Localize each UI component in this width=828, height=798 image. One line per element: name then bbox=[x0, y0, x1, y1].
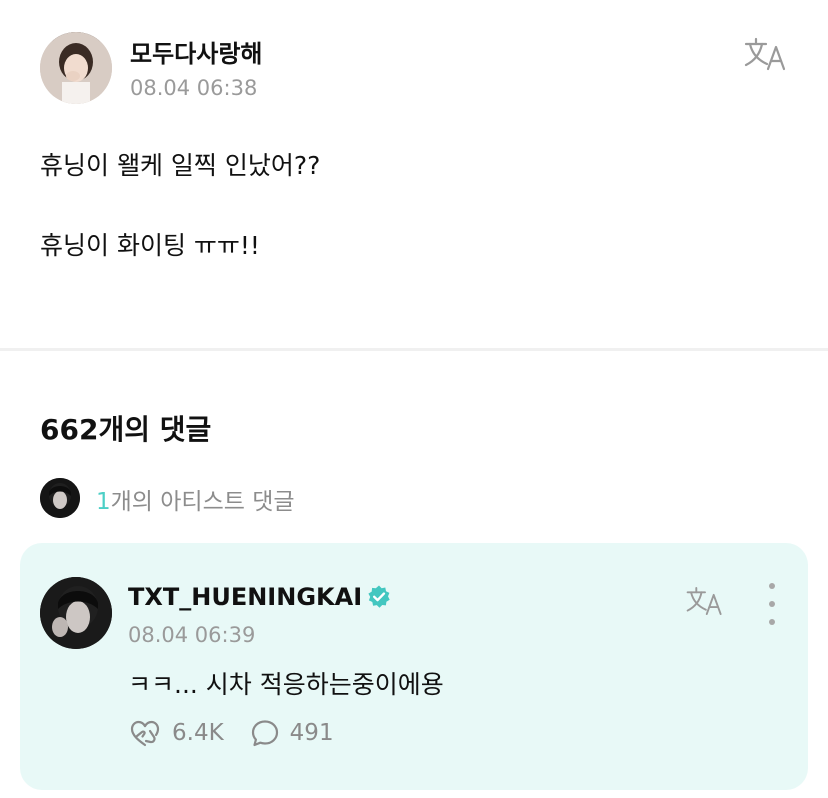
comment-author-row: TXT_HUENINGKAI bbox=[128, 583, 392, 611]
comments-count-heading: 662개의 댓글 bbox=[40, 413, 212, 446]
artist-comments-filter[interactable]: 1개의 아티스트 댓글 bbox=[96, 482, 295, 516]
artist-comment-label: 개의 아티스트 댓글 bbox=[110, 489, 295, 515]
artist-avatar[interactable] bbox=[40, 478, 80, 518]
translate-icon bbox=[686, 587, 722, 615]
more-vertical-icon bbox=[769, 583, 775, 589]
post-text-line: 휴닝이 왤케 일찍 인났어?? bbox=[40, 151, 321, 180]
reply-button[interactable]: 491 bbox=[250, 718, 334, 748]
section-divider bbox=[0, 348, 828, 351]
comment-text: ㅋㅋ... 시차 적응하는중이에용 bbox=[128, 670, 444, 699]
like-button[interactable]: 6.4K bbox=[128, 718, 224, 748]
avatar-photo bbox=[40, 478, 80, 518]
avatar-photo bbox=[40, 577, 112, 649]
post-timestamp: 08.04 06:38 bbox=[130, 76, 258, 100]
verified-badge-icon bbox=[366, 584, 392, 610]
more-vertical-icon bbox=[769, 619, 775, 625]
post-translate-button[interactable] bbox=[740, 34, 792, 74]
more-options-button[interactable] bbox=[760, 583, 784, 625]
comment-author-name[interactable]: TXT_HUENINGKAI bbox=[128, 583, 362, 611]
more-vertical-icon bbox=[769, 601, 775, 607]
comment-timestamp: 08.04 06:39 bbox=[128, 623, 256, 647]
translate-icon bbox=[744, 37, 786, 71]
like-count: 6.4K bbox=[172, 720, 224, 746]
artist-comment-card[interactable]: TXT_HUENINGKAI 08.04 06:39 ㅋㅋ... 시차 적응하는… bbox=[20, 543, 808, 790]
post-author-name[interactable]: 모두다사랑해 bbox=[130, 34, 262, 69]
heart-hands-icon bbox=[130, 720, 160, 747]
post-author-avatar[interactable] bbox=[40, 32, 112, 104]
comment-actions: 6.4K 491 bbox=[128, 718, 334, 748]
post-text-line: 휴닝이 화이팅 ㅠㅠ!! bbox=[40, 231, 260, 260]
comment-translate-button[interactable] bbox=[684, 583, 726, 619]
reply-count: 491 bbox=[289, 720, 334, 746]
chat-bubble-icon bbox=[251, 720, 278, 747]
avatar-photo bbox=[40, 32, 112, 104]
comment-author-avatar[interactable] bbox=[40, 577, 112, 649]
artist-comment-count: 1 bbox=[96, 489, 111, 515]
